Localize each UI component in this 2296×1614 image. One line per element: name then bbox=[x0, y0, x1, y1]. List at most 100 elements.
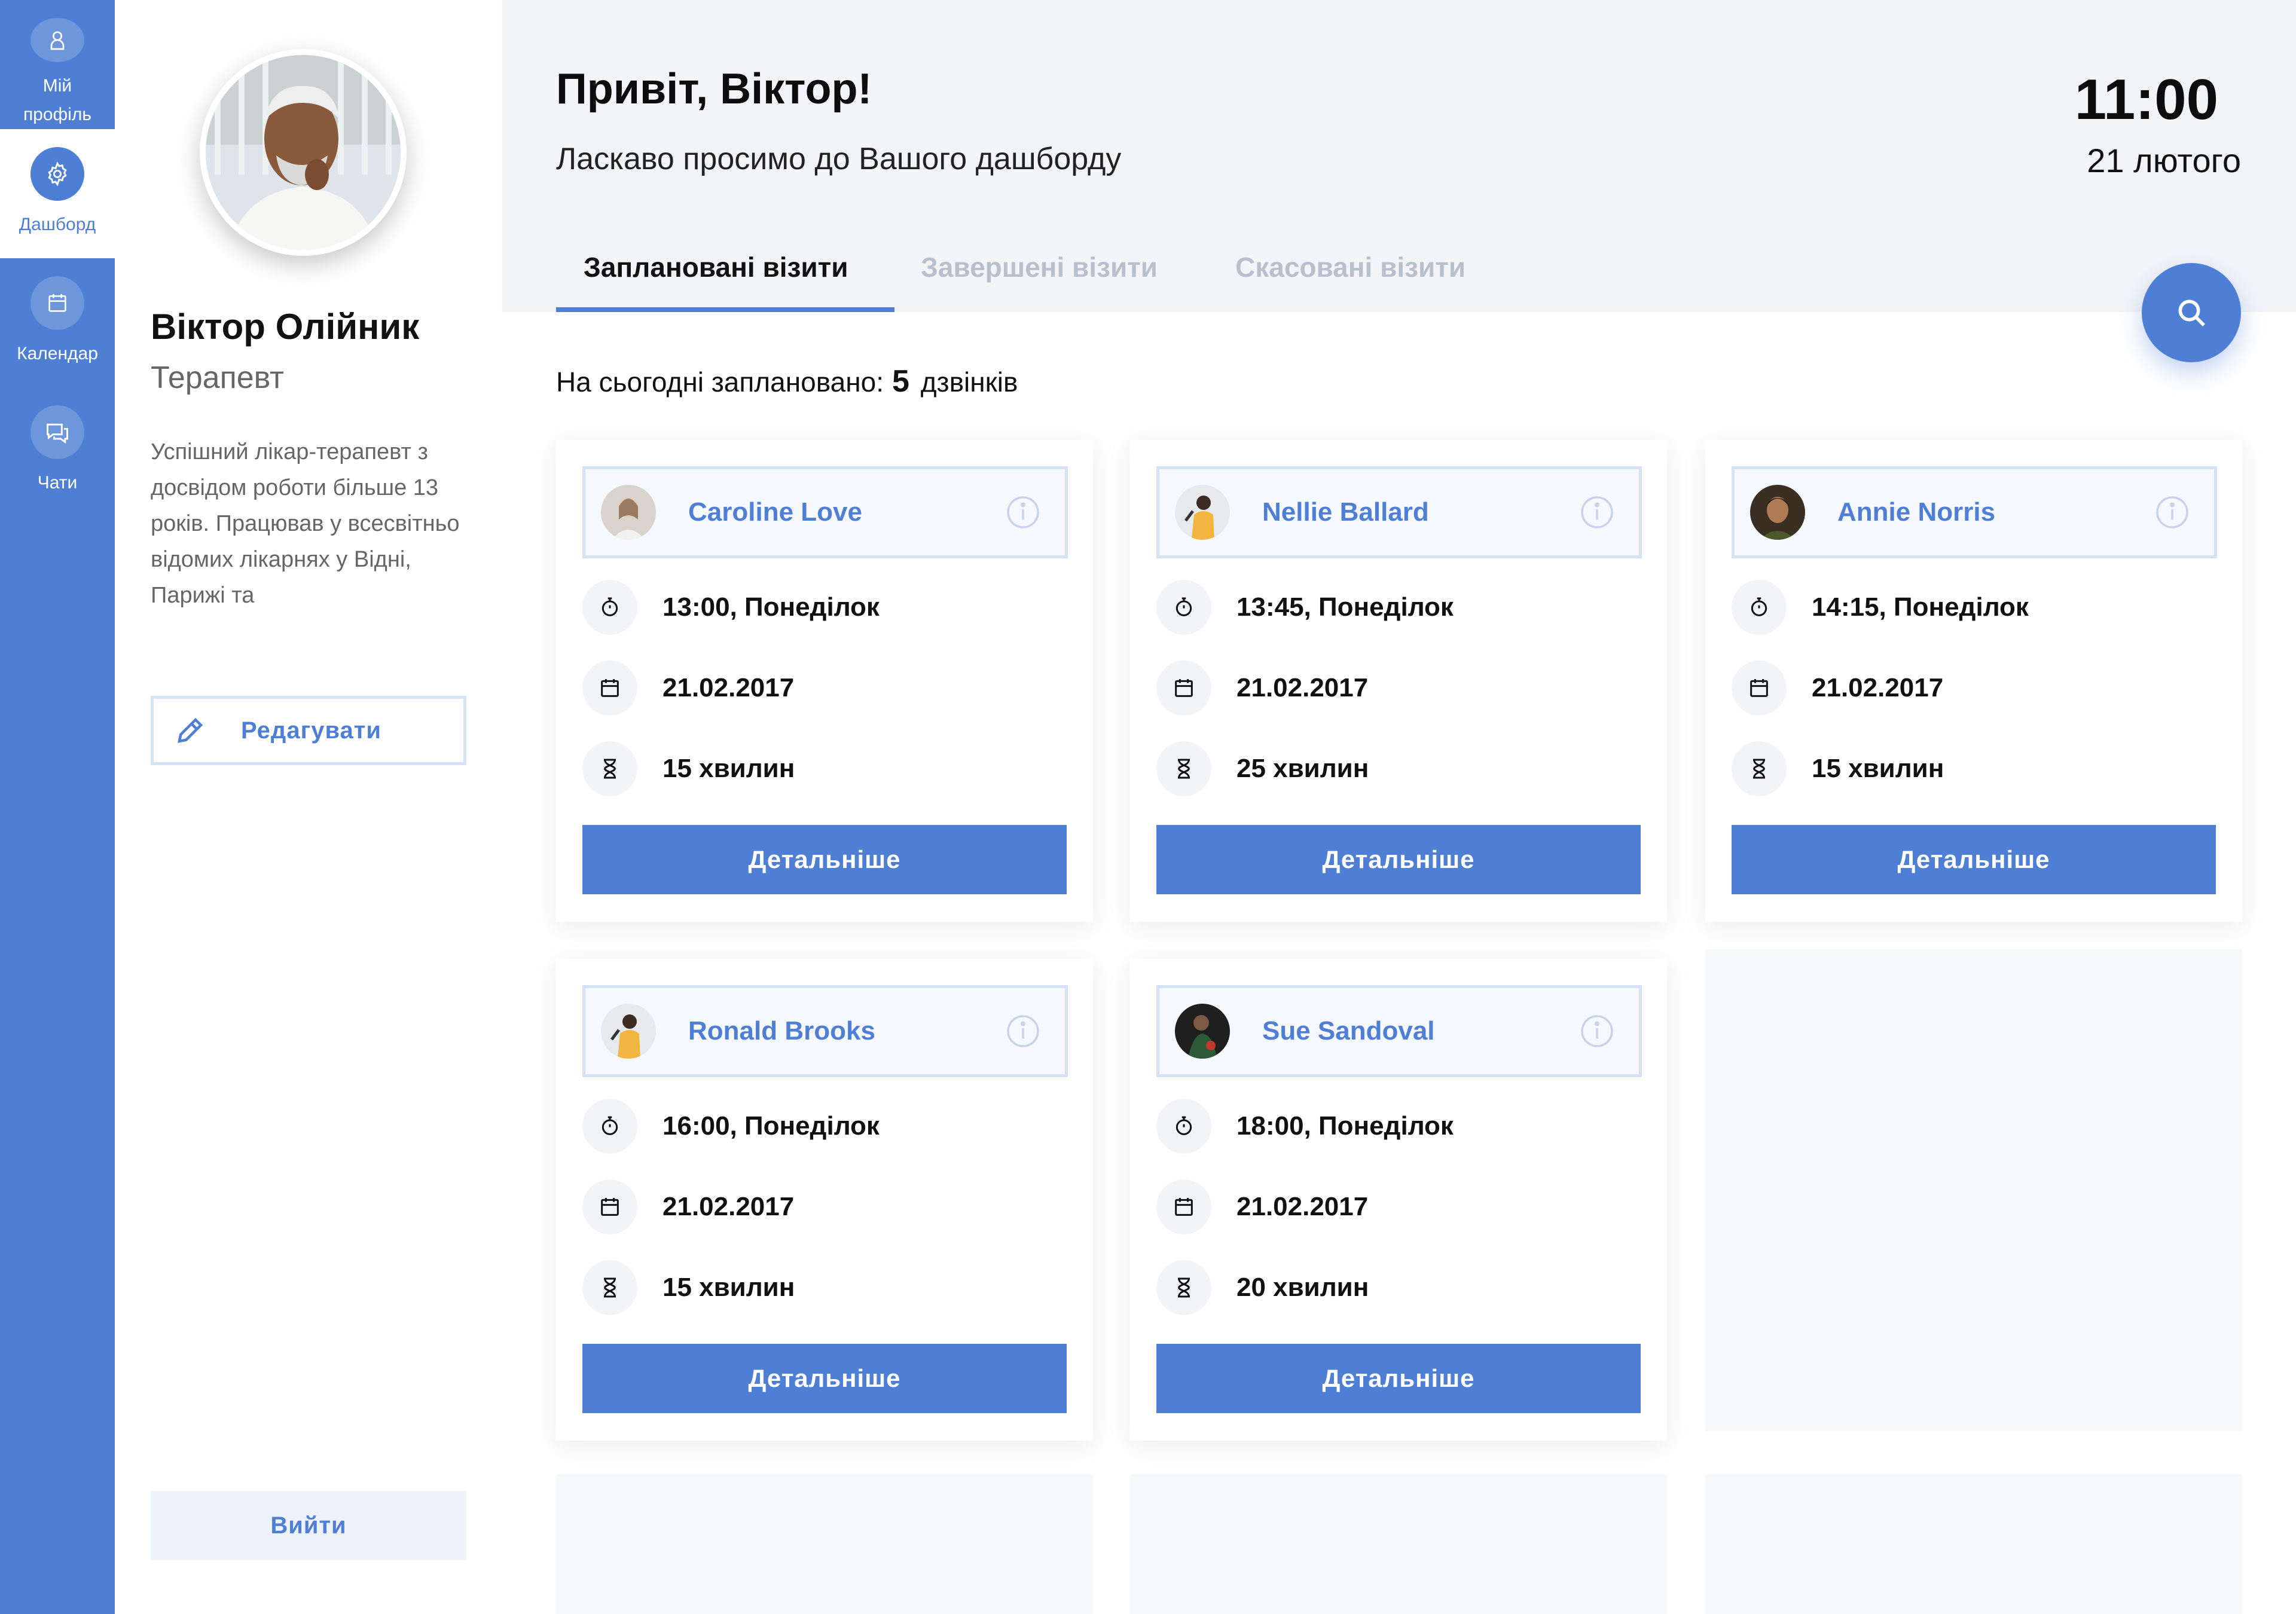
calendar-icon bbox=[582, 1179, 637, 1234]
appointment-date: 21.02.2017 bbox=[662, 673, 795, 702]
appointment-time: 18:00, Понеділок bbox=[1236, 1111, 1454, 1141]
tab-completed[interactable]: Завершені візити bbox=[921, 251, 1158, 312]
doctor-name: Віктор Олійник bbox=[151, 307, 420, 347]
patient-avatar bbox=[601, 485, 656, 540]
calendar-icon bbox=[30, 276, 84, 330]
info-icon[interactable] bbox=[1579, 494, 1615, 530]
appointment-time: 14:15, Понеділок bbox=[1812, 592, 2029, 622]
patient-avatar bbox=[1750, 485, 1805, 540]
info-icon[interactable] bbox=[1579, 1013, 1615, 1049]
summary-count: 5 bbox=[891, 364, 909, 399]
appointment-card: Sue Sandoval 18:00, Понеділок 21.02.2017… bbox=[1130, 959, 1667, 1441]
calendar-icon bbox=[1732, 661, 1787, 716]
appointment-date-row: 21.02.2017 bbox=[1156, 661, 1368, 716]
nav-item-calendar[interactable]: Календар bbox=[0, 258, 115, 387]
details-button[interactable]: Детальніше bbox=[1732, 825, 2216, 894]
tab-cancelled[interactable]: Скасовані візити bbox=[1235, 251, 1465, 312]
calendar-icon bbox=[1156, 1179, 1211, 1234]
stopwatch-icon bbox=[1156, 580, 1211, 635]
details-button[interactable]: Детальніше bbox=[1156, 825, 1641, 894]
hourglass-icon bbox=[1156, 1260, 1211, 1315]
nav-item-dashboard[interactable]: Дашборд bbox=[0, 129, 115, 258]
stopwatch-icon bbox=[1156, 1099, 1211, 1154]
info-icon[interactable] bbox=[1005, 494, 1041, 530]
patient-name: Caroline Love bbox=[688, 497, 862, 527]
empty-card-placeholder bbox=[1705, 1474, 2242, 1614]
appointment-time-row: 13:00, Понеділок bbox=[582, 580, 880, 635]
nav-sidebar: Мій профіль Дашборд Календар Чати bbox=[0, 0, 115, 1614]
patient-avatar bbox=[1175, 1004, 1230, 1059]
appointment-duration: 15 хвилин bbox=[662, 1273, 795, 1302]
hourglass-icon bbox=[1156, 741, 1211, 796]
calendar-icon bbox=[1156, 661, 1211, 716]
appointment-card: Annie Norris 14:15, Понеділок 21.02.2017… bbox=[1705, 440, 2242, 922]
appointment-duration: 15 хвилин bbox=[1812, 754, 1944, 783]
edit-button-label: Редагувати bbox=[241, 717, 381, 744]
stopwatch-icon bbox=[582, 580, 637, 635]
logout-button[interactable]: Вийти bbox=[151, 1491, 466, 1560]
appointment-time-row: 18:00, Понеділок bbox=[1156, 1099, 1454, 1154]
tab-scheduled[interactable]: Заплановані візити bbox=[584, 251, 848, 312]
details-button[interactable]: Детальніше bbox=[1156, 1344, 1641, 1413]
patient-name: Annie Norris bbox=[1837, 497, 1996, 527]
appointment-date: 21.02.2017 bbox=[1236, 673, 1369, 702]
patient-header[interactable]: Nellie Ballard bbox=[1156, 466, 1642, 558]
patient-name: Ronald Brooks bbox=[688, 1016, 875, 1046]
hourglass-icon bbox=[1732, 741, 1787, 796]
doctor-bio: Успішний лікар-терапевт з досвідом робот… bbox=[151, 439, 460, 608]
search-button[interactable] bbox=[2142, 263, 2241, 362]
greeting-title: Привіт, Віктор! bbox=[556, 65, 872, 113]
today-summary: На сьогодні заплановано: 5 дзвінків bbox=[556, 363, 1018, 399]
active-tab-indicator bbox=[556, 307, 894, 312]
details-button[interactable]: Детальніше bbox=[582, 1344, 1067, 1413]
nav-label: Мій профіль bbox=[23, 76, 92, 124]
patient-avatar bbox=[601, 1004, 656, 1059]
appointment-duration-row: 15 хвилин bbox=[582, 741, 795, 796]
patient-header[interactable]: Annie Norris bbox=[1732, 466, 2217, 558]
nav-label: Дашборд bbox=[19, 215, 96, 234]
main-content: Привіт, Віктор! Ласкаво просимо до Вашог… bbox=[502, 0, 2296, 1614]
welcome-subtitle: Ласкаво просимо до Вашого дашборду bbox=[556, 142, 1122, 176]
summary-prefix: На сьогодні заплановано: bbox=[556, 366, 884, 398]
info-icon[interactable] bbox=[2154, 494, 2190, 530]
doctor-role: Терапевт bbox=[151, 360, 284, 395]
chat-icon bbox=[30, 405, 84, 459]
patient-header[interactable]: Caroline Love bbox=[582, 466, 1068, 558]
appointment-time-row: 14:15, Понеділок bbox=[1732, 580, 2029, 635]
calendar-icon bbox=[582, 661, 637, 716]
appointment-date-row: 21.02.2017 bbox=[582, 661, 794, 716]
patient-header[interactable]: Sue Sandoval bbox=[1156, 985, 1642, 1077]
edit-profile-button[interactable]: Редагувати bbox=[151, 696, 466, 765]
dashboard-header: Привіт, Віктор! Ласкаво просимо до Вашог… bbox=[502, 0, 2296, 312]
appointment-card: Ronald Brooks 16:00, Понеділок 21.02.201… bbox=[556, 959, 1093, 1441]
user-icon bbox=[30, 18, 84, 62]
nav-item-my-profile[interactable]: Мій профіль bbox=[0, 0, 115, 129]
appointment-duration: 20 хвилин bbox=[1236, 1273, 1369, 1302]
patient-avatar bbox=[1175, 485, 1230, 540]
empty-card-placeholder bbox=[1705, 949, 2242, 1431]
patient-name: Nellie Ballard bbox=[1262, 497, 1429, 527]
hourglass-icon bbox=[582, 1260, 637, 1315]
appointment-duration-row: 20 хвилин bbox=[1156, 1260, 1369, 1315]
search-icon bbox=[2178, 299, 2205, 326]
appointment-card: Caroline Love 13:00, Понеділок 21.02.201… bbox=[556, 440, 1093, 922]
nav-item-chats[interactable]: Чати bbox=[0, 387, 115, 516]
stopwatch-icon bbox=[582, 1099, 637, 1154]
appointment-card: Nellie Ballard 13:45, Понеділок 21.02.20… bbox=[1130, 440, 1667, 922]
appointment-date-row: 21.02.2017 bbox=[1156, 1179, 1368, 1234]
appointment-date-row: 21.02.2017 bbox=[1732, 661, 1943, 716]
empty-card-placeholder bbox=[556, 1474, 1093, 1614]
details-button[interactable]: Детальніше bbox=[582, 825, 1067, 894]
patient-header[interactable]: Ronald Brooks bbox=[582, 985, 1068, 1077]
empty-card-placeholder bbox=[1130, 1474, 1667, 1614]
appointment-duration: 15 хвилин bbox=[662, 754, 795, 783]
patient-name: Sue Sandoval bbox=[1262, 1016, 1435, 1046]
stopwatch-icon bbox=[1732, 580, 1787, 635]
appointment-time: 16:00, Понеділок bbox=[662, 1111, 880, 1141]
appointment-duration-row: 15 хвилин bbox=[1732, 741, 1944, 796]
hourglass-icon bbox=[582, 741, 637, 796]
info-icon[interactable] bbox=[1005, 1013, 1041, 1049]
gear-icon bbox=[30, 147, 84, 201]
current-time: 11:00 bbox=[2074, 68, 2218, 132]
appointment-date: 21.02.2017 bbox=[1236, 1192, 1369, 1221]
